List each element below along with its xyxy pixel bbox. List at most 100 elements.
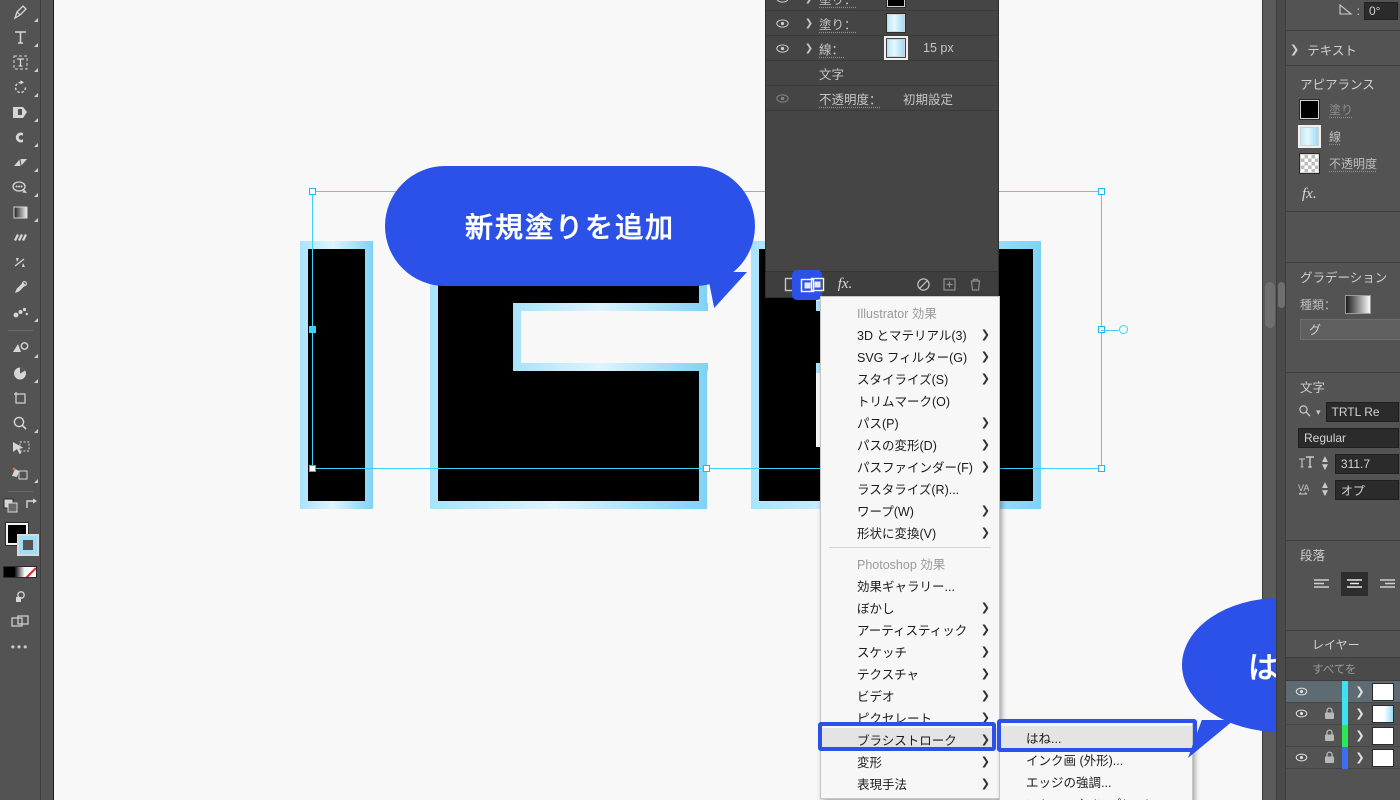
stroke-swatch-icon[interactable] [1298,125,1321,148]
align-center-button[interactable] [1340,572,1369,596]
font-family-field[interactable]: TRTL Re [1325,402,1399,422]
disclosure-arrow-icon[interactable]: ❯ [799,43,819,54]
appearance-panel-dock[interactable]: アピアランス 塗り 線 不透明度 fx. [1286,70,1400,250]
fill-stroke-swatches[interactable] [0,521,41,563]
layer-thumbnail[interactable] [1372,726,1394,745]
dock-add-effect-button[interactable]: fx. [1286,177,1400,211]
change-screen-mode-icon[interactable] [0,609,41,634]
default-fill-stroke-icon[interactable] [2,497,19,519]
selection-handle-bl[interactable] [309,465,316,472]
layer-row[interactable]: ❯ [1286,702,1400,725]
chevron-right-icon[interactable]: ❯ [1348,707,1372,720]
appearance-row-swatch[interactable] [886,13,906,33]
menu-item-convert-to-shape[interactable]: 形状に変換(V) ❯ [821,521,999,543]
brush-strokes-submenu[interactable]: はね... インク画 (外形)... エッジの強調... ストローク (スプレー… [999,721,1193,800]
font-size-field[interactable]: 311.7 [1334,454,1399,474]
menu-item-rasterize[interactable]: ラスタライズ(R)... [821,477,999,499]
edit-toolbar-icon[interactable]: ••• [11,640,30,654]
menu-item-3d-materials[interactable]: 3D とマテリアル(3) ❯ [821,323,999,345]
opacity-value[interactable]: 初期設定 [903,89,953,108]
appearance-row-swatch[interactable] [884,36,908,60]
menu-item-sketch[interactable]: スケッチ ❯ [821,640,999,662]
layers-panel[interactable]: レイヤー すべてを ❯ ❯ ❯ ❯ [1286,630,1400,800]
rotate-tool[interactable] [0,75,41,100]
touch-type-tool[interactable] [0,50,41,75]
font-style-row[interactable]: Regular [1286,425,1400,451]
appearance-row-characters[interactable]: 文字 [766,61,998,86]
menu-item-warp[interactable]: ワープ(W) ❯ [821,499,999,521]
dock-appearance-row-fill[interactable]: 塗り [1286,96,1400,123]
font-family-row[interactable]: ▾ TRTL Re [1286,399,1400,425]
lock-icon[interactable] [1316,751,1342,764]
menu-item-path[interactable]: パス(P) ❯ [821,411,999,433]
lock-icon[interactable] [1316,707,1342,720]
right-panel-dock[interactable]: : 0° ❯ テキスト アピアランス 塗り 線 不透明度 fx. グラデーション… [1276,0,1400,800]
character-panel[interactable]: 文字 ▾ TRTL Re Regular ▲ ▼ 311.7 VA ▲ ▼ オプ [1286,372,1400,522]
menu-item-stylize-ps[interactable]: 表現手法 ❯ [821,772,999,794]
submenu-item-spatter[interactable]: はね... [1000,726,1192,748]
add-new-fill-button-glyph[interactable] [798,276,816,294]
fill-swatch-icon[interactable] [1299,99,1320,120]
tracking-field[interactable]: オプ [1334,480,1399,500]
selection-handle-tl[interactable] [309,188,316,195]
menu-item-brush-strokes[interactable]: ブラシストローク ❯ [821,728,999,750]
document-canvas[interactable] [41,0,1285,800]
gradient-type-row[interactable]: 種類： [1286,289,1400,319]
menu-item-video[interactable]: ビデオ ❯ [821,684,999,706]
visibility-eye-icon[interactable] [1286,707,1316,720]
free-transform-tool[interactable] [0,436,41,461]
appearance-row-swatch[interactable] [886,0,906,8]
chevron-right-icon[interactable]: ❯ [1348,751,1372,764]
font-size-stepper[interactable]: ▲ ▼ [1320,455,1330,473]
menu-item-trim-marks[interactable]: トリムマーク(O) [821,389,999,411]
tracking-stepper[interactable]: ▲ ▼ [1320,481,1330,499]
selection-handle-bc[interactable] [703,465,710,472]
clear-appearance-button[interactable] [910,272,936,298]
menu-item-blur[interactable]: ぼかし ❯ [821,596,999,618]
gradient-preview-swatch[interactable] [1345,294,1372,314]
disclosure-arrow-icon[interactable]: ❯ [799,0,819,4]
submenu-item-sprayed-strokes[interactable]: ストローク (スプレー)... [1000,792,1192,800]
font-style-field[interactable]: Regular [1298,428,1399,448]
submenu-item-ink-outlines[interactable]: インク画 (外形)... [1000,748,1192,770]
eraser-tool[interactable] [0,150,41,175]
color-mode-buttons[interactable] [3,566,37,578]
visibility-eye-icon[interactable] [766,17,799,30]
angle-value[interactable]: 0° [1364,2,1398,20]
text-panel[interactable]: ❯ テキスト [1286,30,1400,66]
width-tool[interactable] [0,250,41,275]
dock-appearance-row-opacity[interactable]: 不透明度 [1286,150,1400,177]
symbol-sprayer-tool[interactable] [0,300,41,325]
layer-thumbnail[interactable] [1372,748,1394,767]
visibility-eye-icon[interactable] [1286,751,1316,764]
menu-item-pixelate[interactable]: ピクセレート ❯ [821,706,999,728]
visibility-eye-icon[interactable] [766,42,799,55]
canvas-scrollbar-thumb[interactable] [1265,282,1275,328]
appearance-row-stroke[interactable]: ❯ 線： 15 px [766,36,998,61]
menu-item-distort[interactable]: 変形 ❯ [821,750,999,772]
chevron-right-icon[interactable]: ❯ [1348,685,1372,698]
lock-icon[interactable] [1316,729,1342,742]
add-new-effect-button[interactable]: fx. [830,272,860,298]
perspective-tool[interactable] [0,175,41,200]
disclosure-arrow-icon[interactable]: ❯ [799,18,819,29]
visibility-eye-icon[interactable] [766,0,799,5]
appearance-row-fill-2[interactable]: ❯ 塗り： [766,0,998,11]
pen-tool[interactable] [0,0,41,25]
gradient-panel[interactable]: グラデーション 種類： グ [1286,262,1400,357]
search-icon[interactable] [1298,404,1311,420]
gradient-edit-button[interactable]: グ [1300,319,1400,340]
type-tool[interactable] [0,25,41,50]
selection-handle-br[interactable] [1098,465,1105,472]
dock-collapse-rail[interactable] [1277,0,1286,800]
artboard-tool[interactable] [0,386,41,411]
submenu-item-accented-edges[interactable]: エッジの強調... [1000,770,1192,792]
opacity-swatch-icon[interactable] [1299,153,1320,174]
appearance-row-fill-3[interactable]: ❯ 塗り： [766,11,998,36]
blend-tool[interactable] [0,225,41,250]
visibility-eye-icon-dim[interactable] [766,92,799,105]
graph-tool[interactable] [0,361,41,386]
shaper-tool[interactable] [0,336,41,361]
puppet-warp-tool[interactable] [0,461,41,486]
effect-menu[interactable]: Illustrator 効果 3D とマテリアル(3) ❯ SVG フィルター(G… [820,296,1000,799]
